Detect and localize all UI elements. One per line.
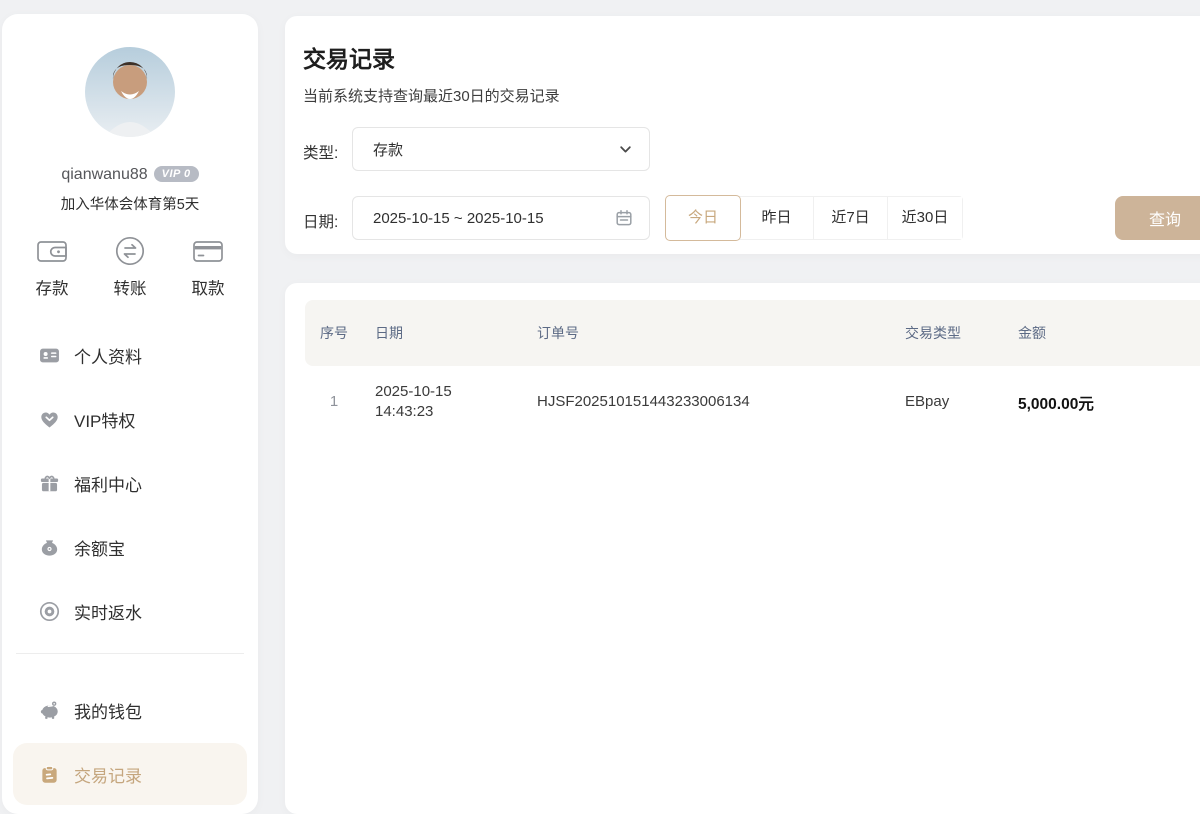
- table-header-type: 交易类型: [905, 300, 961, 366]
- sidebar-item-label: 我的钱包: [74, 698, 142, 723]
- transfer-icon: [113, 234, 147, 268]
- table-header-row: [305, 300, 1200, 366]
- calendar-icon: [615, 209, 633, 227]
- filter-panel: 交易记录 当前系统支持查询最近30日的交易记录 类型: 存款 日期: 2025-…: [285, 16, 1200, 254]
- range-today-button[interactable]: 今日: [666, 196, 740, 240]
- profile-sidebar: qianwanu88 VIP 0 加入华体会体育第5天 存款 转账: [2, 14, 258, 814]
- sidebar-nav: 个人资料 VIP特权 福利中心: [2, 323, 258, 643]
- piggy-bank-icon: [39, 700, 60, 721]
- join-days-text: 加入华体会体育第5天: [2, 193, 258, 214]
- avatar-image: [85, 47, 175, 137]
- query-button[interactable]: 查询: [1115, 196, 1200, 240]
- money-bag-icon: [39, 537, 60, 558]
- table-header-order: 订单号: [537, 300, 579, 366]
- quick-action-withdraw[interactable]: 取款: [176, 234, 240, 299]
- sidebar-item-label: 福利中心: [74, 471, 142, 496]
- date-range-input[interactable]: 2025-10-15 ~ 2025-10-15: [352, 196, 650, 240]
- page-subtitle: 当前系统支持查询最近30日的交易记录: [303, 85, 560, 106]
- sidebar-item-welfare[interactable]: 福利中心: [2, 451, 258, 515]
- id-card-icon: [39, 345, 60, 366]
- sidebar-item-yuebao[interactable]: 余额宝: [2, 515, 258, 579]
- sidebar-item-profile[interactable]: 个人资料: [2, 323, 258, 387]
- transactions-table-card: 序号 日期 订单号 交易类型 金额 1 2025-10-15 14:43:23 …: [285, 283, 1200, 814]
- sidebar-item-vip[interactable]: VIP特权: [2, 387, 258, 451]
- sidebar-item-label: 余额宝: [74, 535, 125, 560]
- cell-order-no: HJSF202510151443233006134: [537, 393, 750, 410]
- cell-date-time: 14:43:23: [375, 403, 433, 420]
- user-row: qianwanu88 VIP 0: [2, 166, 258, 184]
- cell-date: 2025-10-15 14:43:23: [375, 382, 452, 422]
- wallet-icon: [35, 234, 69, 268]
- table-header-date: 日期: [375, 300, 403, 366]
- sidebar-item-label: 个人资料: [74, 343, 142, 368]
- quick-action-transfer[interactable]: 转账: [98, 234, 162, 299]
- username: qianwanu88: [61, 166, 147, 183]
- quick-action-deposit[interactable]: 存款: [20, 234, 84, 299]
- page-title: 交易记录: [303, 40, 395, 74]
- date-label: 日期:: [303, 210, 338, 232]
- range-30days-button[interactable]: 近30日: [888, 197, 962, 239]
- cell-amount: 5,000.00元: [1018, 392, 1094, 414]
- table-header-amount: 金额: [1018, 300, 1046, 366]
- date-range-value: 2025-10-15 ~ 2025-10-15: [373, 210, 615, 227]
- cell-date-day: 2025-10-15: [375, 383, 452, 400]
- sidebar-item-rebate[interactable]: 实时返水: [2, 579, 258, 643]
- sidebar-item-label: VIP特权: [74, 407, 135, 432]
- type-select-value: 存款: [373, 139, 618, 160]
- quick-action-label: 存款: [36, 275, 69, 299]
- cell-no: 1: [320, 393, 348, 410]
- transaction-record-icon: [39, 764, 60, 785]
- rebate-coin-icon: [39, 601, 60, 622]
- quick-action-label: 转账: [114, 275, 147, 299]
- table-header-no: 序号: [320, 300, 348, 366]
- date-quick-ranges: 今日 昨日 近7日 近30日: [666, 196, 963, 240]
- avatar[interactable]: [85, 47, 175, 137]
- cell-transaction-type: EBpay: [905, 393, 949, 410]
- range-7days-button[interactable]: 近7日: [814, 197, 888, 239]
- vip-heart-icon: [39, 409, 60, 430]
- sidebar-divider: [16, 653, 244, 654]
- chevron-down-icon: [618, 142, 633, 157]
- sidebar-item-label: 交易记录: [74, 762, 142, 787]
- sidebar-item-label: 实时返水: [74, 599, 142, 624]
- vip-badge: VIP 0: [154, 166, 199, 182]
- gift-icon: [39, 473, 60, 494]
- sidebar-item-my-wallet[interactable]: 我的钱包: [2, 678, 258, 742]
- quick-actions: 存款 转账 取款: [2, 234, 258, 299]
- bank-card-icon: [191, 234, 225, 268]
- type-label: 类型:: [303, 141, 338, 163]
- quick-action-label: 取款: [192, 275, 225, 299]
- sidebar-item-transaction-records[interactable]: 交易记录: [13, 743, 247, 805]
- type-select[interactable]: 存款: [352, 127, 650, 171]
- range-yesterday-button[interactable]: 昨日: [740, 197, 814, 239]
